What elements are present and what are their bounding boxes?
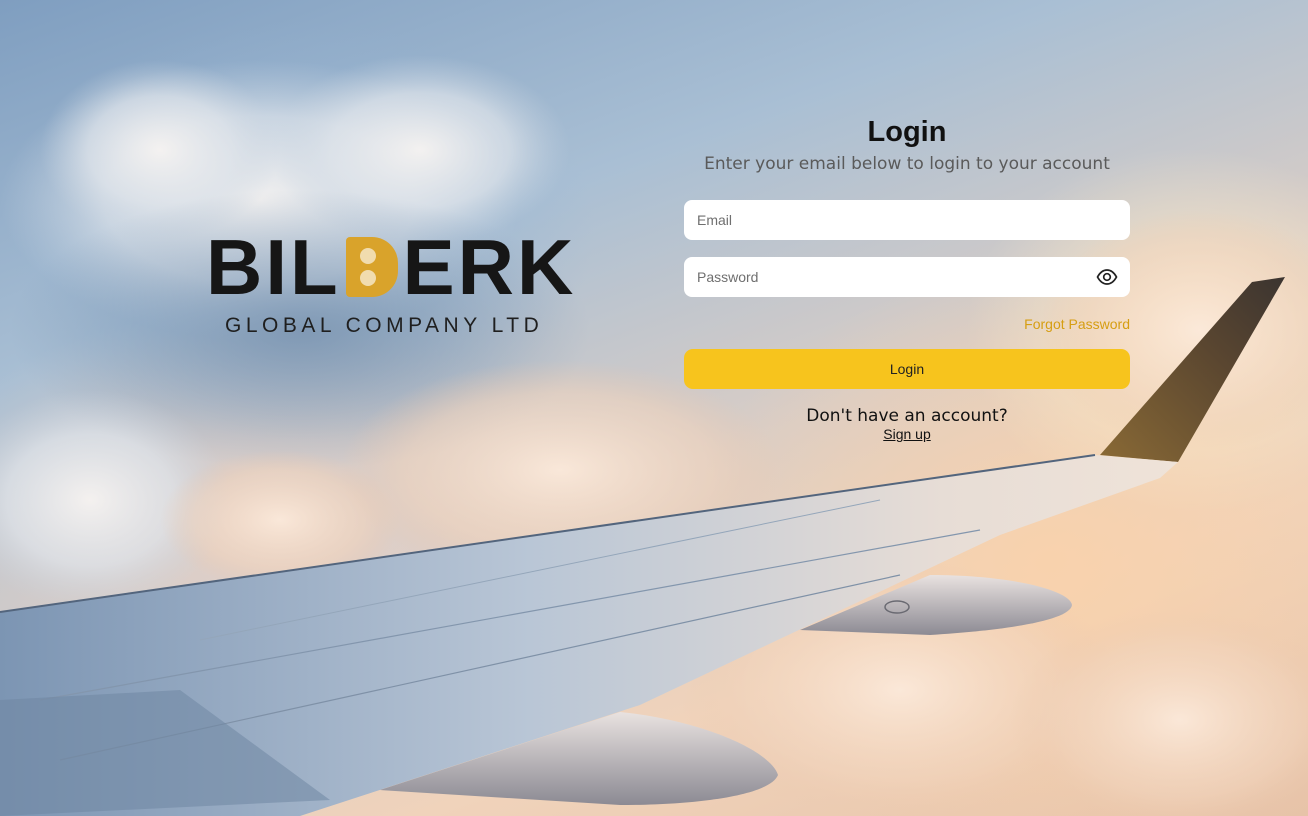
logo-wordmark: BIL ERK [206, 228, 606, 306]
forgot-password-link[interactable]: Forgot Password [684, 316, 1130, 332]
password-input[interactable] [684, 257, 1130, 297]
eye-icon[interactable] [1096, 267, 1118, 287]
signup-link[interactable]: Sign up [883, 426, 930, 442]
password-field-wrapper [684, 257, 1130, 297]
signup-prompt: Don't have an account? Sign up [684, 406, 1130, 444]
login-title: Login [867, 116, 947, 148]
email-input[interactable] [684, 200, 1130, 240]
login-subtitle: Enter your email below to login to your … [704, 154, 1110, 174]
logo-text-left: BIL [206, 223, 341, 311]
company-logo: BIL ERK GLOBAL COMPANY LTD [206, 228, 606, 338]
login-form: Login Enter your email below to login to… [684, 115, 1130, 444]
logo-text-right: ERK [402, 223, 577, 311]
login-button[interactable]: Login [684, 349, 1130, 389]
no-account-text: Don't have an account? [806, 406, 1008, 426]
email-field-wrapper [684, 200, 1130, 240]
logo-b-icon [345, 237, 398, 297]
logo-tagline: GLOBAL COMPANY LTD [225, 314, 544, 337]
